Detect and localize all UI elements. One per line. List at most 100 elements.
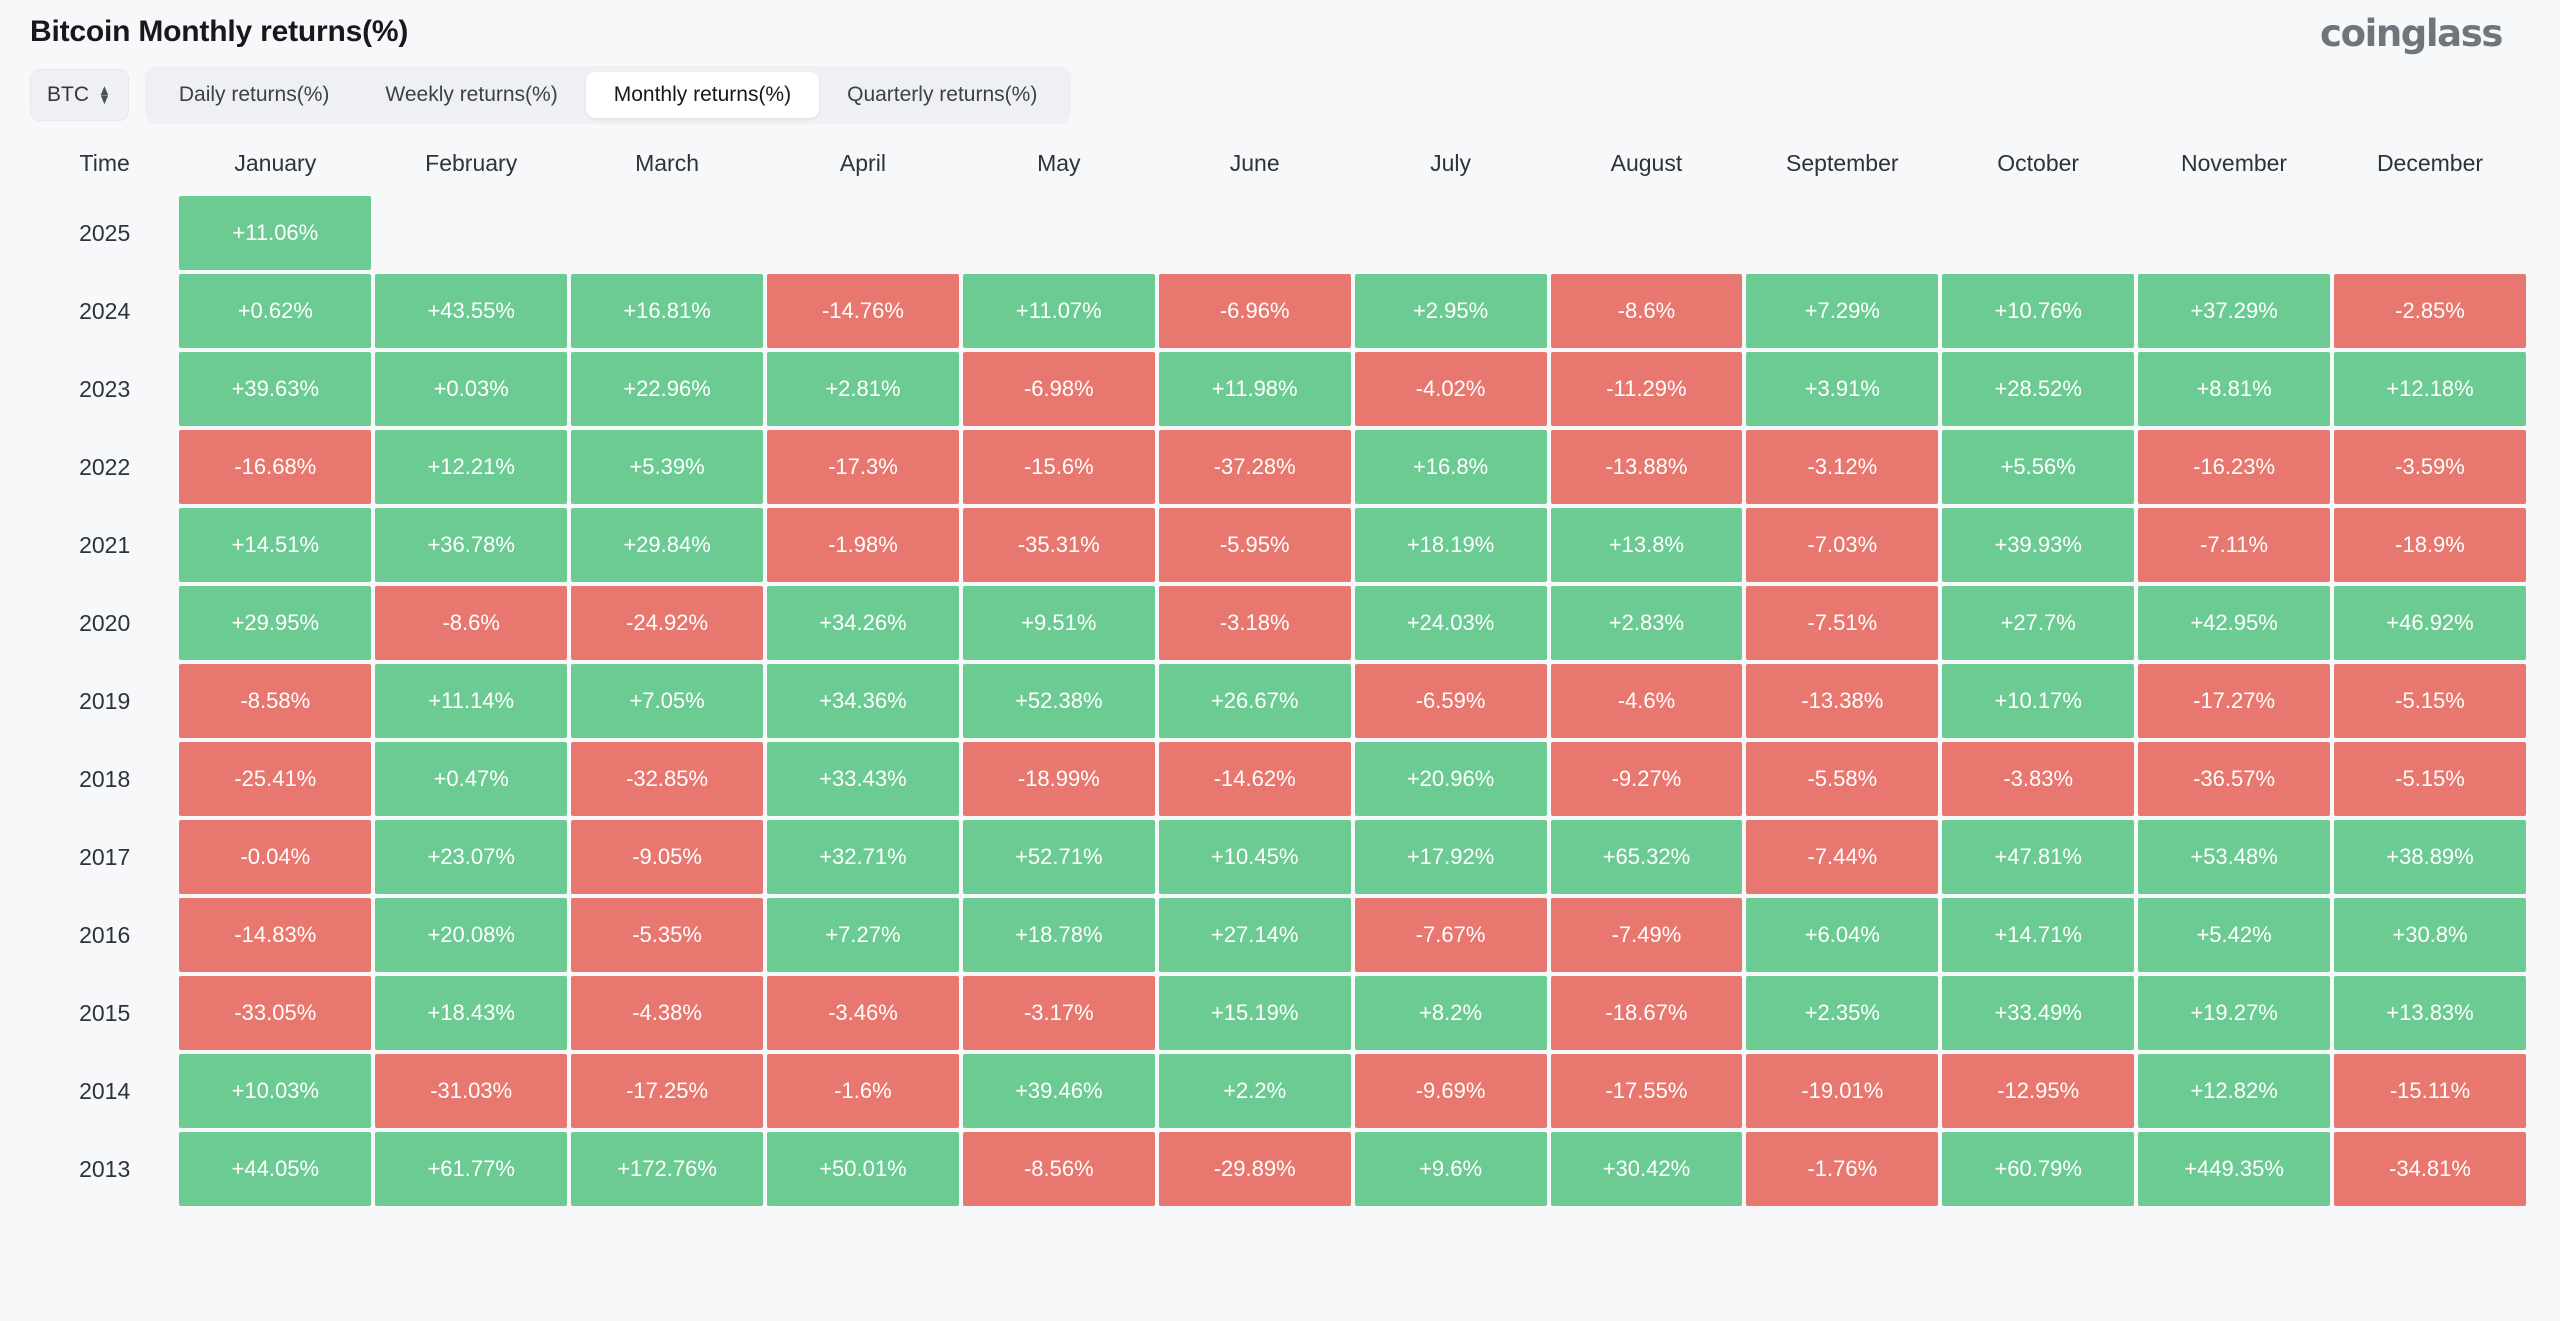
return-cell[interactable]: -16.68% [179, 430, 372, 504]
return-cell[interactable]: -36.57% [2138, 742, 2330, 816]
return-cell[interactable]: -3.18% [1158, 586, 1351, 660]
return-cell[interactable]: -5.15% [2334, 664, 2526, 738]
return-cell[interactable]: -1.98% [767, 508, 959, 582]
return-cell[interactable]: -25.41% [179, 742, 372, 816]
tab-weekly-returns[interactable]: Weekly returns(%) [357, 72, 585, 118]
return-cell[interactable]: +2.81% [767, 352, 959, 426]
return-cell[interactable]: +24.03% [1354, 586, 1547, 660]
return-cell[interactable]: -8.56% [962, 1132, 1155, 1206]
return-cell[interactable]: -6.59% [1354, 664, 1547, 738]
return-cell[interactable]: -19.01% [1746, 1054, 1939, 1128]
return-cell[interactable]: -18.67% [1550, 976, 1743, 1050]
return-cell[interactable]: -17.3% [767, 430, 959, 504]
return-cell[interactable]: +17.92% [1354, 820, 1547, 894]
return-cell-empty[interactable] [1159, 196, 1351, 270]
return-cell[interactable]: +12.21% [375, 430, 568, 504]
return-cell[interactable]: +22.96% [571, 352, 763, 426]
return-cell[interactable]: +18.43% [375, 976, 568, 1050]
return-cell-empty[interactable] [2138, 196, 2330, 270]
return-cell[interactable]: +27.14% [1158, 898, 1351, 972]
return-cell[interactable]: +37.29% [2138, 274, 2330, 348]
return-cell[interactable]: -7.44% [1746, 820, 1939, 894]
return-cell[interactable]: -5.95% [1158, 508, 1351, 582]
return-cell[interactable]: +44.05% [179, 1132, 372, 1206]
return-cell[interactable]: +449.35% [2138, 1132, 2330, 1206]
return-cell[interactable]: -15.11% [2334, 1054, 2526, 1128]
return-cell[interactable]: +6.04% [1746, 898, 1939, 972]
return-cell[interactable]: -14.62% [1158, 742, 1351, 816]
return-cell[interactable]: -12.95% [1942, 1054, 2135, 1128]
return-cell[interactable]: +15.19% [1158, 976, 1351, 1050]
return-cell[interactable]: -2.85% [2334, 274, 2526, 348]
return-cell[interactable]: -34.81% [2334, 1132, 2526, 1206]
return-cell[interactable]: +34.36% [767, 664, 959, 738]
return-cell[interactable]: -16.23% [2138, 430, 2330, 504]
return-cell[interactable]: +11.14% [375, 664, 568, 738]
return-cell[interactable]: -14.76% [767, 274, 959, 348]
return-cell-empty[interactable] [1746, 196, 1938, 270]
return-cell[interactable]: +65.32% [1550, 820, 1743, 894]
return-cell[interactable]: -29.89% [1158, 1132, 1351, 1206]
return-cell[interactable]: -8.6% [375, 586, 568, 660]
return-cell[interactable]: +20.08% [375, 898, 568, 972]
return-cell[interactable]: +30.42% [1550, 1132, 1743, 1206]
return-cell[interactable]: -9.69% [1354, 1054, 1547, 1128]
return-cell[interactable]: -0.04% [179, 820, 372, 894]
return-cell[interactable]: +7.29% [1746, 274, 1939, 348]
return-cell[interactable]: +34.26% [767, 586, 959, 660]
return-cell[interactable]: +10.76% [1942, 274, 2135, 348]
return-cell[interactable]: -31.03% [375, 1054, 568, 1128]
return-cell[interactable]: -6.96% [1158, 274, 1351, 348]
return-cell[interactable]: +12.18% [2334, 352, 2526, 426]
return-cell[interactable]: +5.42% [2138, 898, 2330, 972]
return-cell[interactable]: -14.83% [179, 898, 372, 972]
return-cell[interactable]: +5.56% [1942, 430, 2135, 504]
return-cell[interactable]: +29.95% [179, 586, 372, 660]
return-cell[interactable]: +13.83% [2334, 976, 2526, 1050]
return-cell[interactable]: +3.91% [1746, 352, 1939, 426]
return-cell[interactable]: +172.76% [571, 1132, 763, 1206]
return-cell[interactable]: -7.03% [1746, 508, 1939, 582]
return-cell[interactable]: +39.93% [1942, 508, 2135, 582]
return-cell[interactable]: +28.52% [1942, 352, 2135, 426]
return-cell[interactable]: +16.81% [571, 274, 763, 348]
return-cell[interactable]: -4.38% [571, 976, 763, 1050]
return-cell[interactable]: +23.07% [375, 820, 568, 894]
return-cell[interactable]: +2.95% [1354, 274, 1547, 348]
return-cell[interactable]: -17.27% [2138, 664, 2330, 738]
return-cell[interactable]: -7.51% [1746, 586, 1939, 660]
return-cell-empty[interactable] [963, 196, 1155, 270]
return-cell[interactable]: -3.59% [2334, 430, 2526, 504]
return-cell[interactable]: -4.02% [1354, 352, 1547, 426]
return-cell[interactable]: +0.62% [179, 274, 372, 348]
return-cell[interactable]: -13.88% [1550, 430, 1743, 504]
return-cell-empty[interactable] [2334, 196, 2526, 270]
return-cell[interactable]: +11.06% [179, 196, 372, 270]
return-cell[interactable]: -32.85% [571, 742, 763, 816]
return-cell[interactable]: -35.31% [962, 508, 1155, 582]
return-cell[interactable]: +20.96% [1354, 742, 1547, 816]
return-cell[interactable]: +39.63% [179, 352, 372, 426]
return-cell[interactable]: +42.95% [2138, 586, 2330, 660]
return-cell[interactable]: +14.51% [179, 508, 372, 582]
return-cell[interactable]: -24.92% [571, 586, 763, 660]
return-cell[interactable]: +50.01% [767, 1132, 959, 1206]
return-cell-empty[interactable] [1942, 196, 2134, 270]
return-cell-empty[interactable] [1551, 196, 1743, 270]
return-cell-empty[interactable] [375, 196, 567, 270]
return-cell[interactable]: +33.49% [1942, 976, 2135, 1050]
return-cell[interactable]: +2.2% [1158, 1054, 1351, 1128]
return-cell[interactable]: -4.6% [1550, 664, 1743, 738]
return-cell[interactable]: +5.39% [571, 430, 763, 504]
return-cell[interactable]: +11.07% [962, 274, 1155, 348]
tab-quarterly-returns[interactable]: Quarterly returns(%) [819, 72, 1065, 118]
return-cell[interactable]: -5.35% [571, 898, 763, 972]
return-cell[interactable]: -3.83% [1942, 742, 2135, 816]
return-cell[interactable]: +32.71% [767, 820, 959, 894]
return-cell[interactable]: -9.27% [1550, 742, 1743, 816]
return-cell[interactable]: +27.7% [1942, 586, 2135, 660]
tab-daily-returns[interactable]: Daily returns(%) [151, 72, 358, 118]
return-cell[interactable]: +52.38% [962, 664, 1155, 738]
return-cell[interactable]: -1.76% [1746, 1132, 1939, 1206]
return-cell[interactable]: +38.89% [2334, 820, 2526, 894]
